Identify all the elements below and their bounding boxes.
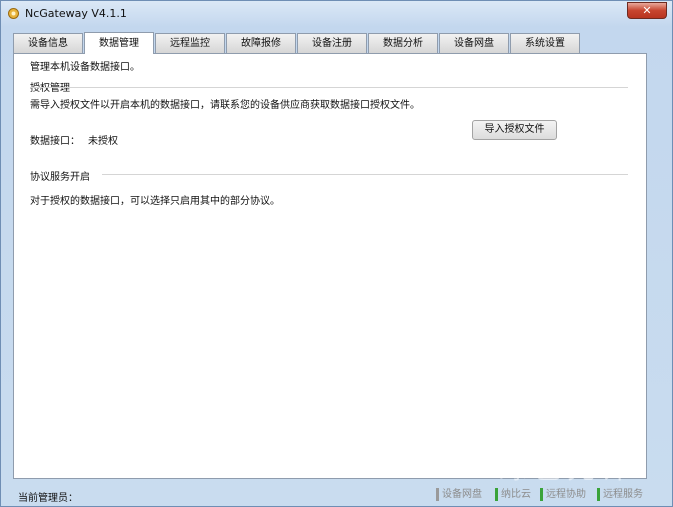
status-remote-service[interactable]: 远程服务 — [597, 486, 651, 503]
status-nabi-cloud-label: 纳比云 — [501, 489, 531, 500]
status-remote-service-indicator — [597, 488, 600, 501]
protocol-section-divider — [102, 174, 628, 175]
status-remote-assist-label: 远程协助 — [546, 489, 586, 500]
protocol-description: 对于授权的数据接口，可以选择只启用其中的部分协议。 — [30, 196, 280, 207]
license-description: 需导入授权文件以开启本机的数据接口，请联系您的设备供应商获取数据接口授权文件。 — [30, 100, 420, 111]
app-gear-icon — [8, 8, 19, 19]
title-bar: NcGateway V4.1.1 ✕ — [1, 1, 672, 27]
close-button[interactable]: ✕ — [627, 2, 667, 19]
data-interface-label: 数据接口： — [30, 136, 80, 147]
tab-device-info[interactable]: 设备信息 — [13, 33, 83, 53]
status-bar: 当前管理员： 设备网盘 纳比云 远程协助 远程服务 — [1, 483, 672, 507]
tab-system-settings[interactable]: 系统设置 — [510, 33, 580, 53]
import-license-button[interactable]: 导入授权文件 — [472, 120, 557, 140]
tab-device-registration[interactable]: 设备注册 — [297, 33, 367, 53]
tab-data-management[interactable]: 数据管理 — [84, 32, 154, 54]
app-window: NcGateway V4.1.1 ✕ 设备信息 数据管理 远程监控 故障报修 设… — [0, 0, 673, 507]
data-interface-status: 未授权 — [88, 136, 118, 147]
tab-remote-monitoring[interactable]: 远程监控 — [155, 33, 225, 53]
data-management-panel: 管理本机设备数据接口。 授权管理 需导入授权文件以开启本机的数据接口，请联系您的… — [13, 53, 647, 479]
current-admin-label: 当前管理员： — [18, 493, 78, 504]
status-remote-service-label: 远程服务 — [603, 489, 643, 500]
status-nabi-cloud-indicator — [495, 488, 498, 501]
status-remote-assist[interactable]: 远程协助 — [540, 486, 594, 503]
tab-fault-report[interactable]: 故障报修 — [226, 33, 296, 53]
protocol-section-heading: 协议服务开启 — [30, 172, 90, 183]
status-nabi-cloud[interactable]: 纳比云 — [495, 486, 537, 503]
tab-device-netdisk[interactable]: 设备网盘 — [439, 33, 509, 53]
tab-data-analysis[interactable]: 数据分析 — [368, 33, 438, 53]
panel-intro: 管理本机设备数据接口。 — [30, 62, 140, 73]
license-section-divider — [30, 87, 628, 88]
status-netdisk-label: 设备网盘 — [442, 489, 482, 500]
window-title: NcGateway V4.1.1 — [25, 7, 127, 20]
status-netdisk[interactable]: 设备网盘 — [436, 486, 492, 503]
status-remote-assist-indicator — [540, 488, 543, 501]
status-netdisk-indicator — [436, 488, 439, 501]
